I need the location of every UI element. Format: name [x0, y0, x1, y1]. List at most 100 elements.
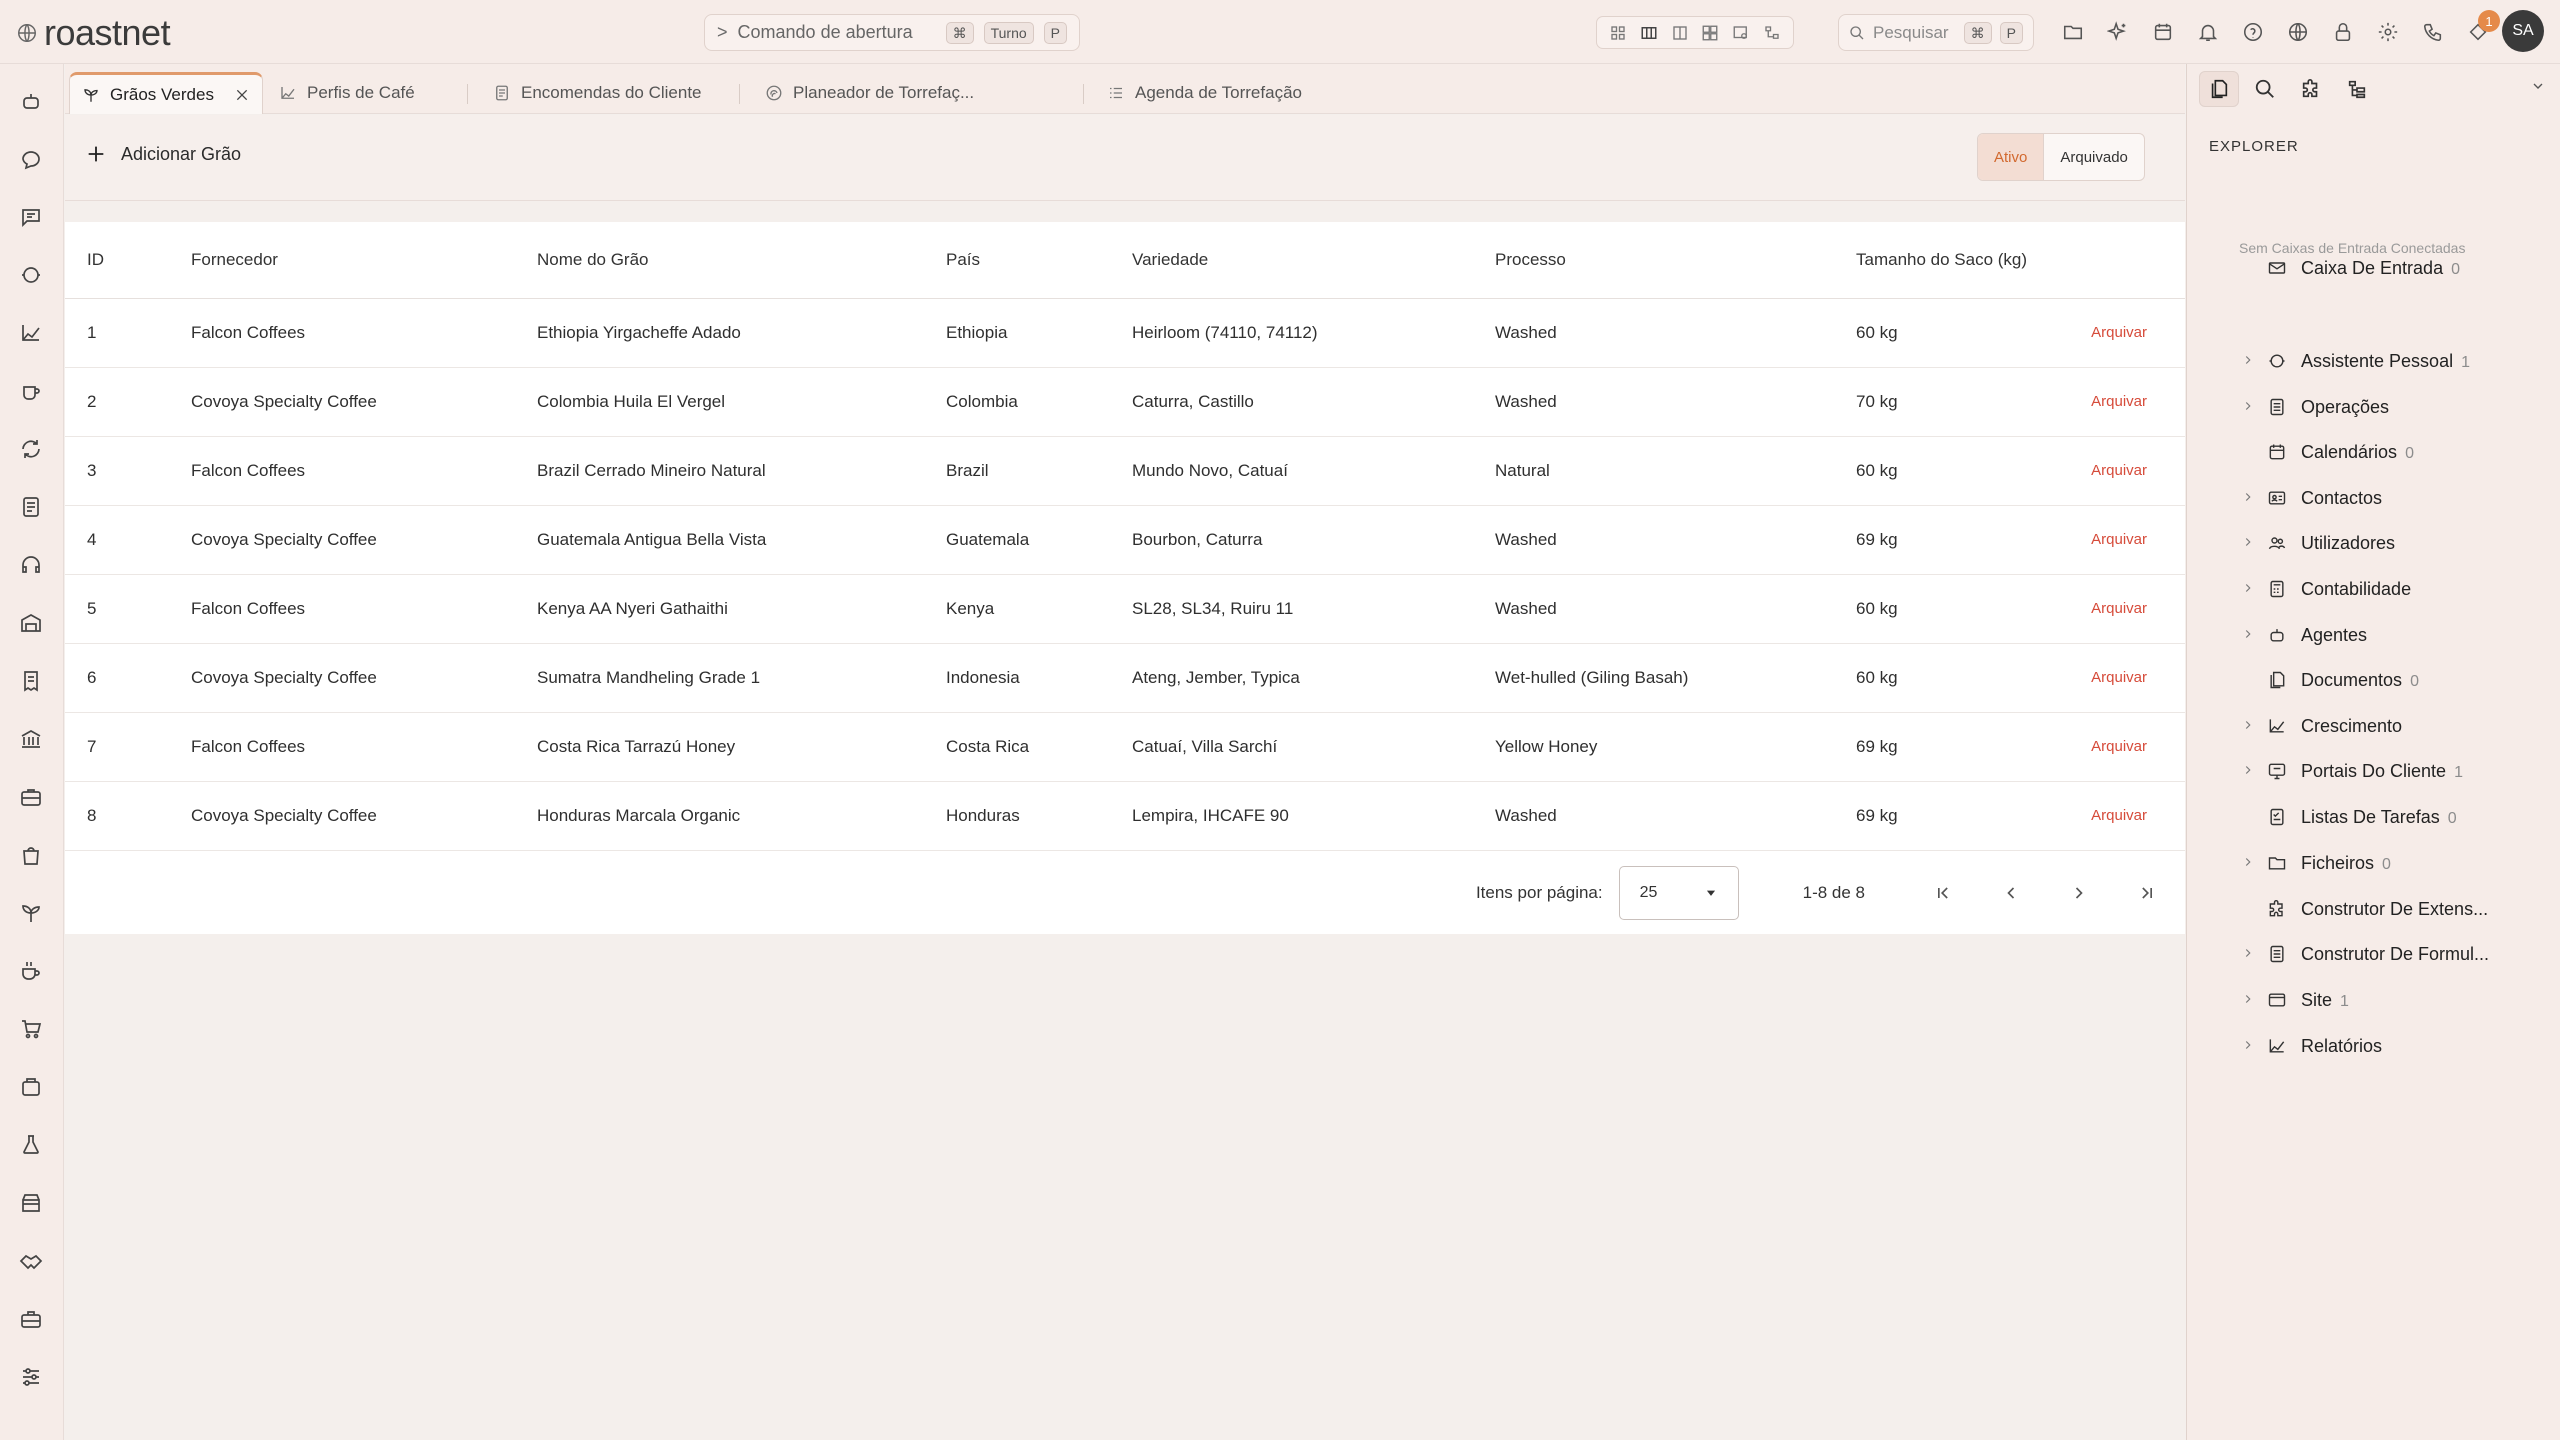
layout-tree-icon[interactable]: [1763, 24, 1781, 42]
explorer-item[interactable]: Caixa De Entrada 0: [2187, 250, 2560, 286]
tab-encomendas-do-cliente[interactable]: Encomendas do Cliente: [481, 72, 714, 114]
explorer-item[interactable]: Site 1: [2187, 982, 2560, 1018]
column-header-variety[interactable]: Variedade: [1110, 222, 1473, 299]
archive-button[interactable]: Arquivar: [2064, 505, 2185, 575]
column-header-supplier[interactable]: Fornecedor: [169, 222, 515, 299]
explorer-item[interactable]: Agentes: [2187, 617, 2560, 653]
table-row[interactable]: 5 Falcon Coffees Kenya AA Nyeri Gathaithi K…: [65, 574, 2185, 644]
sprout-icon[interactable]: [14, 896, 48, 930]
column-header-process[interactable]: Processo: [1473, 222, 1834, 299]
notes-icon[interactable]: [14, 490, 48, 524]
column-header-bag-size[interactable]: Tamanho do Saco (kg): [1834, 222, 2064, 299]
first-page-button[interactable]: [1923, 873, 1963, 913]
toolbox-icon[interactable]: [14, 1302, 48, 1336]
layout-grid-icon[interactable]: [1609, 24, 1627, 42]
explorer-item[interactable]: Calendários 0: [2187, 434, 2560, 470]
coffee-cup-icon[interactable]: [14, 374, 48, 408]
search-button[interactable]: Pesquisar ⌘ P: [1838, 14, 2034, 51]
tab-graos-verdes[interactable]: Grãos Verdes: [69, 72, 263, 114]
per-page-select[interactable]: 25: [1618, 866, 1739, 920]
invoice-icon[interactable]: [14, 664, 48, 698]
bell-icon[interactable]: [2191, 16, 2224, 48]
shopping-bag-icon[interactable]: [14, 838, 48, 872]
chevron-down-icon[interactable]: [2530, 78, 2546, 94]
archive-button[interactable]: Arquivar: [2064, 436, 2185, 506]
table-row[interactable]: 3 Falcon Coffees Brazil Cerrado Mineiro Na…: [65, 436, 2185, 506]
files-icon[interactable]: [2199, 71, 2239, 107]
archive-button[interactable]: Arquivar: [2064, 712, 2185, 782]
chevron-right-icon[interactable]: [2241, 763, 2255, 777]
bank-icon[interactable]: [14, 722, 48, 756]
table-row[interactable]: 4 Covoya Specialty Coffee Guatemala Antigu…: [65, 505, 2185, 575]
chevron-right-icon[interactable]: [2241, 718, 2255, 732]
layout-quad-icon[interactable]: [1701, 24, 1719, 42]
archive-button[interactable]: Arquivar: [2064, 781, 2185, 851]
avatar[interactable]: SA: [2502, 10, 2544, 52]
search-icon[interactable]: [2245, 71, 2285, 107]
explorer-item[interactable]: Contabilidade: [2187, 571, 2560, 607]
column-header-country[interactable]: País: [924, 222, 1110, 299]
robot-icon[interactable]: [14, 84, 48, 118]
table-row[interactable]: 2 Covoya Specialty Coffee Colombia Huila E…: [65, 367, 2185, 437]
filter-archived-button[interactable]: Arquivado: [2044, 134, 2144, 180]
folder-icon[interactable]: [2056, 16, 2089, 48]
next-page-button[interactable]: [2059, 873, 2099, 913]
phone-icon[interactable]: [2416, 16, 2449, 48]
command-palette-button[interactable]: > Comando de abertura ⌘ Turno P: [704, 14, 1080, 51]
layout-columns-icon[interactable]: [1640, 24, 1658, 42]
sync-icon[interactable]: [14, 432, 48, 466]
chevron-right-icon[interactable]: [2241, 627, 2255, 641]
archive-button[interactable]: Arquivar: [2064, 643, 2185, 713]
chevron-right-icon[interactable]: [2241, 535, 2255, 549]
explorer-item[interactable]: Listas De Tarefas 0: [2187, 799, 2560, 835]
chat-bubble-icon[interactable]: [14, 142, 48, 176]
tab-planeador-de-torrefacao[interactable]: Planeador de Torrefaç...: [753, 72, 986, 114]
sparkles-icon[interactable]: [2101, 16, 2134, 48]
headset-icon[interactable]: [14, 548, 48, 582]
explorer-item[interactable]: Relatórios: [2187, 1028, 2560, 1064]
puzzle-icon[interactable]: [2291, 71, 2331, 107]
tab-agenda-de-torrefacao[interactable]: Agenda de Torrefação: [1095, 72, 1314, 114]
storefront-icon[interactable]: [14, 1186, 48, 1220]
explorer-item[interactable]: Documentos 0: [2187, 662, 2560, 698]
explorer-item[interactable]: Ficheiros 0: [2187, 845, 2560, 881]
table-row[interactable]: 6 Covoya Specialty Coffee Sumatra Mandheli…: [65, 643, 2185, 713]
brand-logo[interactable]: roastnet: [16, 12, 171, 54]
explorer-item[interactable]: Assistente Pessoal 1: [2187, 343, 2560, 379]
chevron-right-icon[interactable]: [2241, 399, 2255, 413]
column-header-id[interactable]: ID: [65, 222, 169, 299]
help-icon[interactable]: [2236, 16, 2269, 48]
cart-icon[interactable]: [14, 1012, 48, 1046]
chevron-right-icon[interactable]: [2241, 490, 2255, 504]
chevron-right-icon[interactable]: [2241, 992, 2255, 1006]
chevron-right-icon[interactable]: [2241, 581, 2255, 595]
gear-icon[interactable]: [2371, 16, 2404, 48]
package-icon[interactable]: [14, 1070, 48, 1104]
filter-active-button[interactable]: Ativo: [1978, 134, 2045, 180]
support-agent-icon[interactable]: [14, 258, 48, 292]
archive-button[interactable]: Arquivar: [2064, 367, 2185, 437]
lock-icon[interactable]: [2326, 16, 2359, 48]
table-row[interactable]: 1 Falcon Coffees Ethiopia Yirgacheffe Adad…: [65, 298, 2185, 368]
hierarchy-icon[interactable]: [2337, 71, 2377, 107]
archive-button[interactable]: Arquivar: [2064, 574, 2185, 644]
analytics-icon[interactable]: [14, 316, 48, 350]
sliders-icon[interactable]: [14, 1360, 48, 1394]
close-icon[interactable]: [234, 87, 250, 103]
previous-page-button[interactable]: [1991, 873, 2031, 913]
chevron-right-icon[interactable]: [2241, 855, 2255, 869]
explorer-item[interactable]: Utilizadores: [2187, 525, 2560, 561]
explorer-item[interactable]: Construtor De Formul...: [2187, 936, 2560, 972]
table-row[interactable]: 7 Falcon Coffees Costa Rica Tarrazú Honey C…: [65, 712, 2185, 782]
last-page-button[interactable]: [2127, 873, 2167, 913]
explorer-item[interactable]: Construtor De Extens...: [2187, 891, 2560, 927]
globe-icon[interactable]: [2281, 16, 2314, 48]
explorer-item[interactable]: Portais Do Cliente 1: [2187, 753, 2560, 789]
explorer-item[interactable]: Operações: [2187, 389, 2560, 425]
chevron-right-icon[interactable]: [2241, 1038, 2255, 1052]
add-bean-button[interactable]: Adicionar Grão: [85, 143, 241, 165]
layout-search-window-icon[interactable]: [1732, 24, 1750, 42]
calendar-icon[interactable]: [2146, 16, 2179, 48]
tab-perfis-de-cafe[interactable]: Perfis de Café: [267, 72, 427, 114]
chevron-right-icon[interactable]: [2241, 353, 2255, 367]
